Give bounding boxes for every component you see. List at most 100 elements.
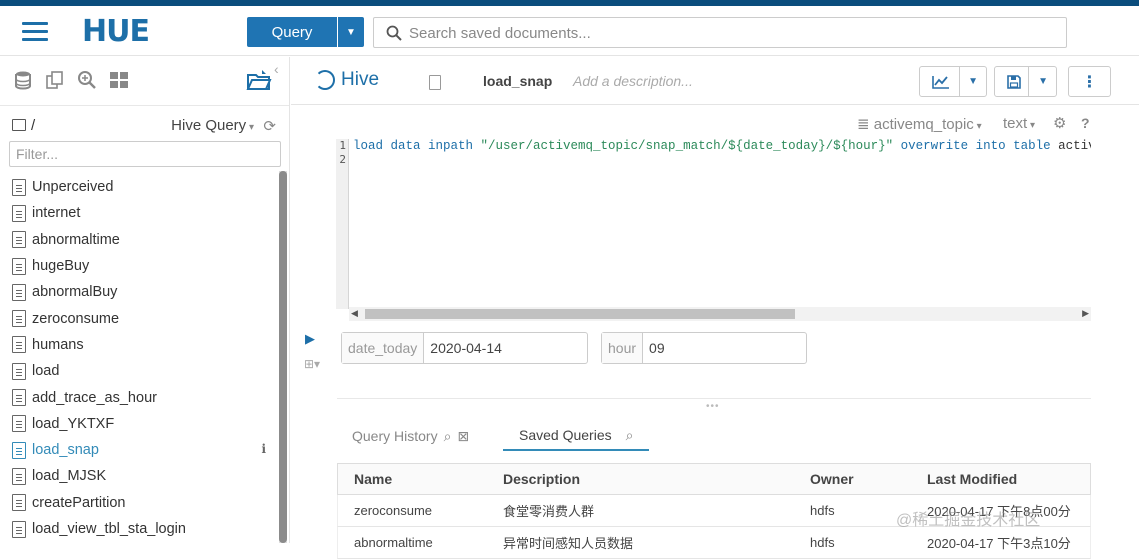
help-icon[interactable]: ? xyxy=(1081,115,1090,131)
document-name: abnormalBuy xyxy=(32,284,118,301)
list-item[interactable]: add_trace_as_hour xyxy=(12,384,274,410)
list-item[interactable]: load_YKTXF xyxy=(12,411,274,437)
more-options-button[interactable]: ⋮ xyxy=(1068,66,1111,97)
save-icon xyxy=(1007,75,1021,89)
param-label: hour xyxy=(602,333,644,363)
document-name: load xyxy=(32,363,60,380)
tab-query-history[interactable]: Query History ⌕ ⊠ xyxy=(352,421,469,451)
sql-editor[interactable]: 1 2 load data inpath "/user/activemq_top… xyxy=(336,139,1091,319)
hive-engine-label: Hive xyxy=(315,69,379,91)
list-item[interactable]: abnormaltime xyxy=(12,227,274,253)
column-header[interactable]: Name xyxy=(354,471,392,487)
list-item[interactable]: createPartition xyxy=(12,490,274,516)
column-header[interactable]: Description xyxy=(503,471,580,487)
save-button[interactable]: ▼ xyxy=(994,66,1057,97)
open-folder-icon[interactable] xyxy=(246,69,272,91)
line-number-gutter: 1 2 xyxy=(336,139,349,309)
document-name: load_view_tbl_sta_login xyxy=(32,521,186,537)
param-value-input[interactable]: 09 xyxy=(643,340,671,356)
editor-options: ≣ activemq_topic text ⚙ ? xyxy=(857,115,1097,135)
list-item[interactable]: humans xyxy=(12,332,274,358)
document-icon xyxy=(12,283,26,301)
divider xyxy=(337,398,1091,399)
list-item[interactable]: abnormalBuy xyxy=(12,279,274,305)
line-number: 1 xyxy=(339,139,346,152)
document-name: load_snap xyxy=(32,442,99,459)
format-dropdown[interactable]: text xyxy=(1003,115,1035,132)
map-icon[interactable]: ⊞▾ xyxy=(304,357,320,371)
database-icon[interactable] xyxy=(12,69,34,91)
param-hour: hour 09 xyxy=(601,332,807,364)
resize-handle-icon[interactable]: ••• xyxy=(706,401,720,412)
code-content[interactable]: load data inpath "/user/activemq_topic/s… xyxy=(353,139,1091,169)
list-item[interactable]: hugeBuy xyxy=(12,253,274,279)
query-type-dropdown[interactable]: Hive Query xyxy=(171,117,254,134)
document-icon xyxy=(12,494,26,512)
list-item[interactable]: internet xyxy=(12,200,274,226)
search-assist-icon[interactable] xyxy=(76,69,98,91)
hue-logo[interactable]: HUE xyxy=(82,14,150,49)
list-item[interactable]: load_MJSK xyxy=(12,463,274,489)
description-field[interactable]: Add a description... xyxy=(573,73,693,89)
query-dropdown-caret-icon[interactable]: ▼ xyxy=(338,17,364,47)
collapse-panel-chevron-icon[interactable]: ‹ xyxy=(274,61,279,77)
document-name: hugeBuy xyxy=(32,258,90,275)
search-icon[interactable]: ⌕ xyxy=(626,427,634,444)
saved-queries-table: Name Description Owner Last Modified zer… xyxy=(337,463,1091,559)
search-icon xyxy=(386,25,402,41)
cell-name[interactable]: zeroconsume xyxy=(354,503,432,518)
code-keyword: load data inpath xyxy=(353,139,481,153)
param-value-input[interactable]: 2020-04-14 xyxy=(424,340,508,356)
editor-main: Hive load_snap Add a description... ▼ ▼ … xyxy=(291,57,1139,559)
column-header[interactable]: Owner xyxy=(810,471,854,487)
document-icon xyxy=(429,75,441,90)
document-icon xyxy=(12,231,26,249)
document-name: abnormaltime xyxy=(32,231,120,248)
table-header: Name Description Owner Last Modified xyxy=(337,463,1091,495)
document-title[interactable]: load_snap xyxy=(483,73,552,89)
database-dropdown[interactable]: ≣ activemq_topic xyxy=(857,115,982,133)
search-input[interactable] xyxy=(409,22,1049,44)
scrollbar-thumb[interactable] xyxy=(365,309,795,319)
cell-description: 食堂零消费人群 xyxy=(503,504,595,519)
grid-icon[interactable] xyxy=(108,69,130,91)
vertical-dots-icon: ⋮ xyxy=(1081,73,1098,91)
documents-icon[interactable] xyxy=(44,69,66,91)
horizontal-scrollbar[interactable]: ◀ ▶ xyxy=(349,307,1091,321)
chart-icon xyxy=(932,76,949,89)
document-name: zeroconsume xyxy=(32,310,120,327)
tab-saved-queries[interactable]: Saved Queries ⌕ xyxy=(503,421,650,451)
code-string: "/user/activemq_topic/snap_match/${date_… xyxy=(480,139,894,153)
scrollbar-thumb[interactable] xyxy=(279,171,287,543)
refresh-icon[interactable]: ⟳ xyxy=(263,117,276,135)
folder-icon[interactable] xyxy=(12,119,26,131)
list-item[interactable]: zeroconsume xyxy=(12,305,274,331)
chart-caret-icon: ▼ xyxy=(968,76,978,87)
tab-label: Saved Queries xyxy=(519,427,612,443)
execute-play-icon[interactable]: ▶ xyxy=(305,331,315,347)
param-label: date_today xyxy=(342,333,425,363)
column-header[interactable]: Last Modified xyxy=(927,471,1017,487)
list-item[interactable]: load_view_tbl_sta_login xyxy=(12,516,274,542)
chart-button[interactable]: ▼ xyxy=(919,66,987,97)
list-item[interactable]: Unperceived xyxy=(12,174,274,200)
scroll-left-icon[interactable]: ◀ xyxy=(351,308,358,319)
filter-input[interactable] xyxy=(10,142,280,166)
list-item[interactable]: load xyxy=(12,358,274,384)
info-icon[interactable]: i xyxy=(261,442,266,456)
table-row[interactable]: abnormaltime 异常时间感知人员数据 hdfs 2020-04-17 … xyxy=(337,527,1091,559)
query-button[interactable]: Query xyxy=(247,17,337,47)
search-icon[interactable]: ⌕ xyxy=(444,428,452,445)
left-assist-panel: ‹ / Hive Query ⟳ Unperceived internet ab… xyxy=(0,57,290,543)
list-item-active[interactable]: load_snap i xyxy=(12,437,274,463)
current-path[interactable]: / xyxy=(31,117,35,134)
document-name: add_trace_as_hour xyxy=(32,389,157,406)
document-icon xyxy=(12,467,26,485)
document-name: humans xyxy=(32,336,84,353)
gear-icon[interactable]: ⚙ xyxy=(1053,114,1066,132)
table-row[interactable]: zeroconsume 食堂零消费人群 hdfs 2020-04-17 下午8点… xyxy=(337,495,1091,527)
divider xyxy=(0,105,289,106)
clear-history-icon[interactable]: ⊠ xyxy=(457,428,469,445)
menu-icon[interactable] xyxy=(22,22,48,42)
scroll-right-icon[interactable]: ▶ xyxy=(1082,308,1089,319)
